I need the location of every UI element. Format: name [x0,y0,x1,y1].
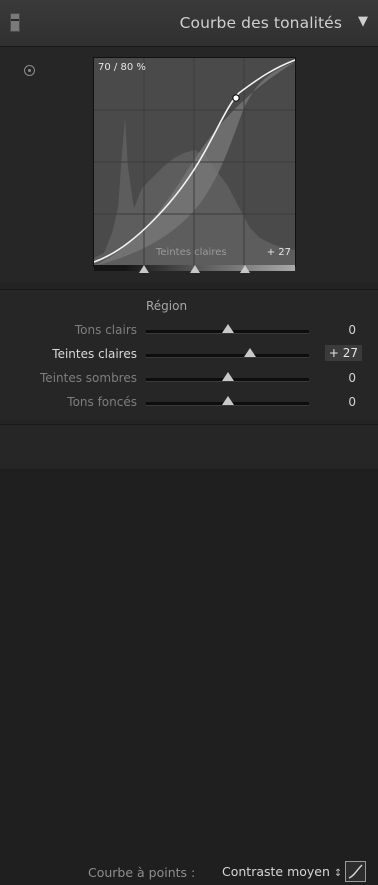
triangle-down-icon[interactable]: ▼ [358,14,368,29]
panel-header[interactable]: Courbe des tonalités ▼ [0,0,378,47]
panel-title: Courbe des tonalités [179,14,342,32]
select-caret-icon: ↕ [333,868,343,879]
region-row-value[interactable]: 0 [348,395,356,409]
region-slider-thumb[interactable] [221,396,234,405]
targeted-adjustment-icon[interactable] [24,65,35,76]
edit-curve-svg [348,864,363,879]
region-row-label: Teintes sombres [40,371,137,385]
curve-svg [94,58,295,266]
percent-readout: 70 / 80 % [98,62,146,73]
region-slider-thumb[interactable] [221,324,234,333]
region-title: Région [146,299,188,313]
region-slider-thumb[interactable] [244,348,257,357]
region-row-value[interactable]: + 27 [324,345,362,361]
hover-region-label: Teintes claires [156,247,227,258]
tone-curve-graph[interactable]: 70 / 80 % Teintes claires + 27 [93,57,296,267]
region-row-label: Teintes claires [52,347,137,361]
point-curve-select[interactable]: Contraste moyen ↕ [222,864,342,879]
region-row-teintes-claires: Teintes claires + 27 [0,344,378,366]
region-row-tons-fonces: Tons foncés 0 [0,392,378,414]
split-point-thumb[interactable] [139,265,150,273]
panel-grip-icon[interactable] [10,13,20,32]
region-row-value[interactable]: 0 [348,323,356,337]
split-point-thumb[interactable] [239,265,250,273]
point-curve-label: Courbe à points : [88,865,196,880]
point-curve-edit-icon[interactable] [345,861,366,882]
point-curve-selected: Contraste moyen [222,864,330,879]
region-row-label: Tons foncés [67,395,137,409]
region-row-teintes-sombres: Teintes sombres 0 [0,368,378,390]
region-row-value[interactable]: 0 [348,371,356,385]
hover-region-value: + 27 [266,247,291,258]
region-row-label: Tons clairs [74,323,137,337]
region-slider-thumb[interactable] [221,372,234,381]
region-slider-track[interactable] [146,354,309,358]
region-row-tons-clairs: Tons clairs 0 [0,320,378,342]
split-point-thumb[interactable] [189,265,200,273]
curve-control-point[interactable] [232,94,240,102]
